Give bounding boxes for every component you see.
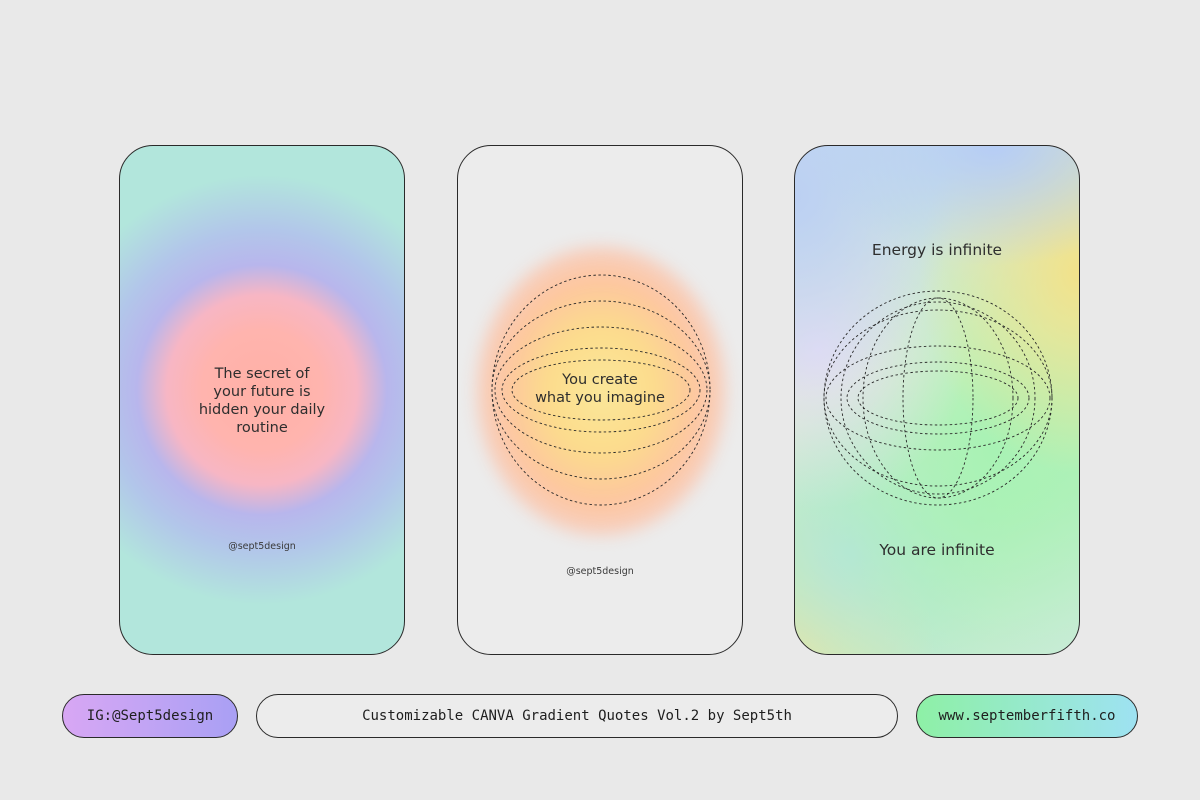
- quote-card-3: Energy is infinite You are infinite: [794, 145, 1080, 655]
- card-1-quote: The secret of your future is hidden your…: [198, 366, 326, 436]
- instagram-handle-pill[interactable]: IG:@Sept5design: [62, 694, 238, 738]
- globe-meridian-2: [840, 301, 1036, 495]
- globe-latitude-2: [846, 361, 1030, 435]
- quote-card-2: You create what you imagine @sept5design: [457, 145, 743, 655]
- product-title-pill: Customizable CANVA Gradient Quotes Vol.2…: [256, 694, 898, 738]
- quote-card-1: The secret of your future is hidden your…: [119, 145, 405, 655]
- globe-meridian-3: [862, 297, 1014, 499]
- globe-meridian-4: [902, 297, 974, 499]
- globe-latitude-3: [857, 370, 1019, 426]
- card-1-handle: @sept5design: [228, 541, 296, 552]
- wireframe-globe-graphic: [823, 290, 1053, 506]
- card-2-handle: @sept5design: [566, 566, 634, 577]
- card-2-quote: You create what you imagine: [535, 372, 665, 406]
- card-3-top-quote: Energy is infinite: [871, 241, 1003, 259]
- card-3-bottom-quote: You are infinite: [879, 541, 995, 559]
- globe-latitude-1: [825, 345, 1051, 451]
- website-link-pill[interactable]: www.septemberfifth.co: [916, 694, 1138, 738]
